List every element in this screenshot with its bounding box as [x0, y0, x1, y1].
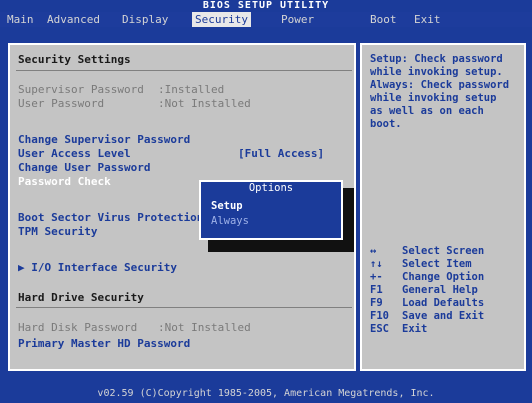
primary-master-hd-password-item[interactable]: Primary Master HD Password [18, 337, 190, 351]
arrows-horizontal-icon: ↔ [370, 245, 377, 257]
tab-main[interactable]: Main [4, 12, 37, 27]
key-desc: Exit [402, 323, 428, 335]
hard-drive-security-header: Hard Drive Security [18, 291, 144, 304]
hard-disk-password-status: :Not Installed [158, 321, 251, 334]
f9-key: F9 [370, 297, 383, 309]
tab-advanced[interactable]: Advanced [44, 12, 103, 27]
tab-boot[interactable]: Boot [367, 12, 400, 27]
key-desc: General Help [402, 284, 478, 296]
tpm-security-item[interactable]: TPM Security [18, 225, 97, 239]
arrows-vertical-icon: ↑↓ [370, 258, 383, 270]
password-check-item[interactable]: Password Check [18, 175, 111, 189]
options-popup-title: Options [248, 182, 294, 194]
key-desc: Select Item [402, 258, 472, 270]
key-desc: Select Screen [402, 245, 485, 257]
header-divider [16, 70, 352, 71]
options-popup: Options Setup Always [199, 180, 343, 240]
user-access-level-value[interactable]: [Full Access] [238, 147, 324, 161]
option-setup[interactable]: Setup [211, 200, 243, 213]
help-panel: Setup: Check password while invoking set… [360, 43, 526, 371]
key-desc: Change Option [402, 271, 485, 283]
esc-key: ESC [370, 323, 389, 335]
copyright-footer: v02.59 (C)Copyright 1985-2005, American … [0, 384, 532, 403]
tab-security[interactable]: Security [192, 12, 251, 27]
menu-bar: Main Advanced Display Security Power Boo… [0, 12, 532, 27]
user-access-level-item[interactable]: User Access Level [18, 147, 131, 161]
user-password-status: :Not Installed [158, 97, 251, 110]
change-user-password-item[interactable]: Change User Password [18, 161, 150, 175]
bios-title: BIOS SETUP UTILITY [202, 0, 330, 11]
change-supervisor-password-item[interactable]: Change Supervisor Password [18, 133, 190, 147]
user-password-label: User Password [18, 97, 105, 110]
supervisor-password-status: :Installed [158, 83, 225, 96]
supervisor-password-label: Supervisor Password [18, 83, 144, 96]
io-interface-security-item[interactable]: ▶ I/O Interface Security [18, 261, 177, 275]
tab-display[interactable]: Display [119, 12, 171, 27]
tab-exit[interactable]: Exit [411, 12, 444, 27]
plus-minus-key: +- [370, 271, 383, 283]
tab-power[interactable]: Power [278, 12, 317, 27]
key-desc: Load Defaults [402, 297, 485, 309]
help-text: Setup: Check password while invoking set… [370, 53, 510, 130]
boot-sector-virus-protection-item[interactable]: Boot Sector Virus Protection [18, 211, 203, 225]
f1-key: F1 [370, 284, 383, 296]
option-always[interactable]: Always [211, 215, 249, 228]
key-desc: Save and Exit [402, 310, 485, 322]
hdd-divider [16, 307, 352, 308]
f10-key: F10 [370, 310, 389, 322]
hard-disk-password-label: Hard Disk Password [18, 321, 138, 334]
security-settings-header: Security Settings [18, 53, 131, 66]
